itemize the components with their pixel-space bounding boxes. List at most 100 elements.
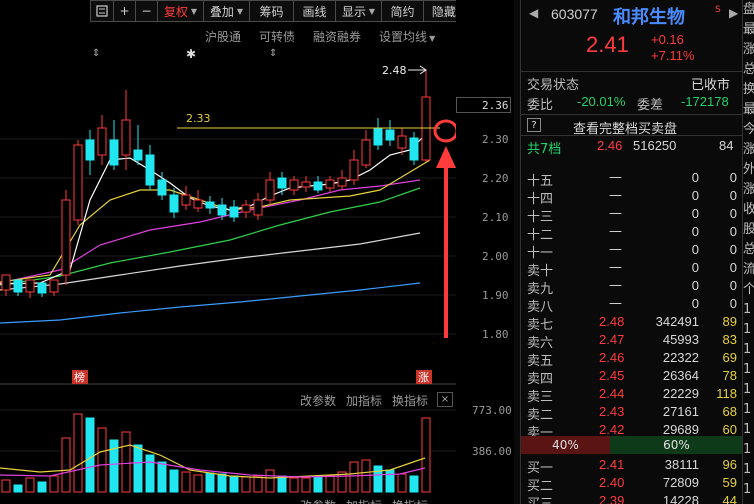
candle[interactable] [37,282,47,294]
candle[interactable] [385,129,395,141]
ask-level-row[interactable]: 卖二 2.43 27161 68 [521,403,743,423]
switch-indicator-link[interactable]: 换指标 [392,392,428,409]
candle[interactable] [49,279,59,293]
edit-params-link[interactable]: 改参数 [300,497,336,504]
kline-chart-panel[interactable]: + − 复权▼ 叠加▼ 筹码 画线 显示▼ 简约 隐藏» 沪股通 可转债 融资融… [0,0,514,504]
ask-level-row[interactable]: 十四 —0 0 [521,187,743,207]
candle[interactable] [301,181,311,188]
edit-params-link[interactable]: 改参数 [300,392,336,409]
volume-bar[interactable] [265,469,275,493]
volume-bar[interactable] [253,475,263,493]
candle[interactable] [109,139,119,166]
volume-bar[interactable] [193,474,203,493]
volume-bar[interactable] [25,477,35,493]
ask-level-row[interactable]: 卖七 2.48 342491 89 [521,313,743,333]
ask-level-row[interactable]: 卖三 2.44 22229 118 [521,385,743,405]
ask-level-row[interactable]: 卖四 2.45 26364 78 [521,367,743,387]
volume-bar[interactable] [217,473,227,493]
candle[interactable] [349,159,359,181]
event-marker[interactable]: ⇕ [92,48,100,59]
ask-level-row[interactable]: 卖八 —0 0 [521,295,743,315]
prev-stock-icon[interactable]: ◀ [529,6,538,20]
candle[interactable] [205,201,215,209]
volume-bar[interactable] [277,475,287,493]
candle[interactable] [121,119,131,156]
candle[interactable] [217,204,227,216]
volume-bar[interactable] [409,475,419,493]
candle[interactable] [169,194,179,213]
candle[interactable] [73,144,83,221]
candle[interactable] [265,179,275,201]
ask-level-row[interactable]: 卖九 —0 0 [521,277,743,297]
help-icon[interactable]: ? [527,118,541,132]
volume-bar[interactable] [121,431,131,493]
volume-bar[interactable] [97,427,107,493]
volume-bar[interactable] [133,444,143,493]
volume-bar[interactable] [37,481,47,493]
candle[interactable] [277,177,287,189]
volume-bar[interactable] [289,477,299,493]
candle[interactable] [85,139,95,161]
candle[interactable] [25,279,35,293]
close-indicator-button[interactable]: × [437,392,453,407]
candle[interactable] [61,199,71,276]
candle[interactable] [13,279,23,293]
candle[interactable] [409,137,419,161]
volume-bar[interactable] [1,479,11,493]
next-stock-icon[interactable]: ▶ [729,6,738,20]
candle[interactable] [289,179,299,191]
volume-bar[interactable] [385,469,395,493]
ask-level-row[interactable]: 卖六 2.47 45993 83 [521,331,743,351]
volume-bar[interactable] [325,475,335,493]
full-level-row[interactable]: ? 查看完整档买卖盘 [521,114,743,137]
candle[interactable] [337,177,347,187]
candle[interactable] [325,179,335,189]
candle[interactable] [373,127,383,146]
volume-bar[interactable] [49,475,59,493]
volume-bar[interactable] [229,475,239,493]
candle[interactable] [181,194,191,206]
candle[interactable] [145,154,155,186]
ask-level-row[interactable]: 卖五 2.46 22322 69 [521,349,743,369]
volume-bar[interactable] [301,477,311,493]
ask-level-row[interactable]: 十二 —0 0 [521,223,743,243]
volume-bar[interactable] [169,469,179,493]
volume-bar[interactable] [13,484,23,493]
candle[interactable] [97,127,107,156]
volume-bar[interactable] [85,417,95,493]
volume-bar[interactable] [373,465,383,493]
candle[interactable] [157,179,167,196]
volume-bar[interactable] [349,461,359,493]
ask-level-row[interactable]: 卖十 —0 0 [521,259,743,279]
candle[interactable] [397,135,407,149]
volume-bar[interactable] [205,472,215,493]
volume-bar[interactable] [241,476,251,493]
add-indicator-link[interactable]: 加指标 [346,392,382,409]
volume-bar[interactable] [397,473,407,493]
volume-bar[interactable] [61,437,71,493]
ask-level-row[interactable]: 十一 —0 0 [521,241,743,261]
volume-bar[interactable] [313,476,323,493]
candle[interactable] [253,199,263,216]
event-marker[interactable]: ✱ [186,47,196,61]
candle[interactable] [193,199,203,209]
bid-level-row[interactable]: 买一 2.41 38111 96 [521,456,743,476]
volume-bar[interactable] [73,413,83,493]
candle[interactable] [133,149,143,161]
ask-level-row[interactable]: 十五 —0 0 [521,169,743,189]
volume-bar[interactable] [181,471,191,493]
event-marker[interactable]: ⇕ [269,48,277,59]
candle[interactable] [229,206,239,218]
volume-bar[interactable] [421,417,431,493]
switch-indicator-link[interactable]: 换指标 [392,497,428,504]
candle[interactable] [313,181,323,191]
candle[interactable] [241,204,251,213]
add-indicator-link[interactable]: 加指标 [346,497,382,504]
volume-bar[interactable] [145,454,155,493]
volume-bar[interactable] [157,461,167,493]
bid-level-row[interactable]: 买二 2.40 72809 59 [521,474,743,494]
candle[interactable] [1,274,11,291]
bid-level-row[interactable]: 买三 2.39 14228 44 [521,492,743,504]
full-level-link[interactable]: 查看完整档买卖盘 [573,118,677,137]
ask-level-row[interactable]: 十三 —0 0 [521,205,743,225]
